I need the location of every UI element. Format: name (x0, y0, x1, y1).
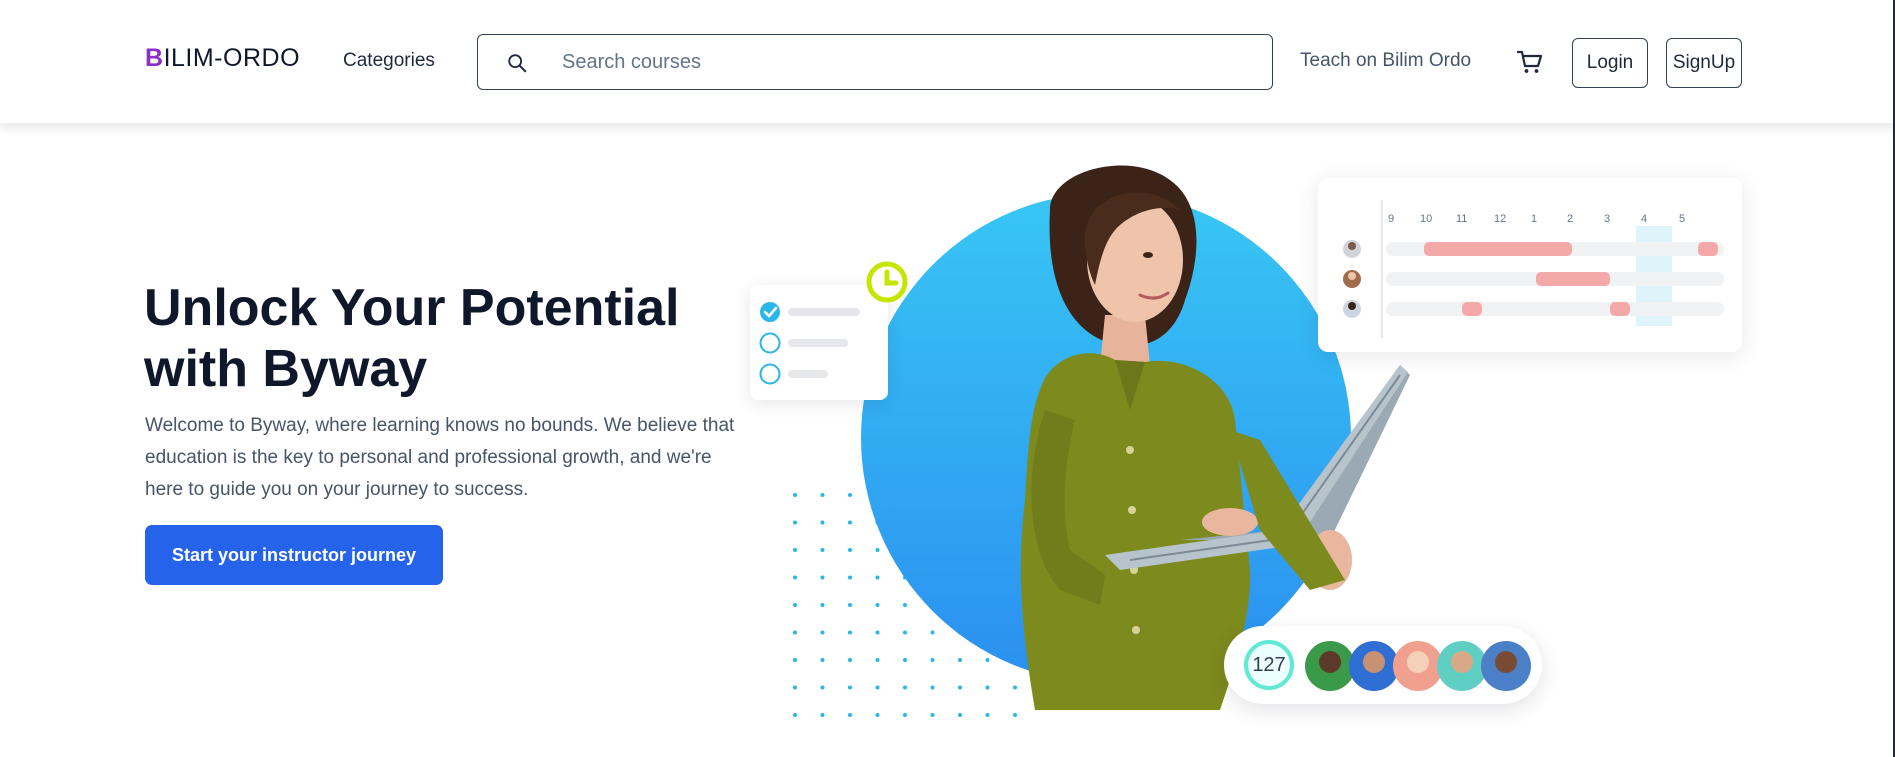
learner-count-badge: 127 (1244, 640, 1294, 690)
schedule-time: 2 (1567, 213, 1574, 225)
shopping-cart-icon[interactable] (1516, 48, 1544, 76)
signup-button[interactable]: SignUp (1666, 38, 1742, 88)
clock-icon (866, 261, 908, 303)
schedule-time: 4 (1641, 213, 1648, 225)
categories-menu[interactable]: Categories (343, 50, 435, 72)
start-instructor-journey-button[interactable]: Start your instructor journey (145, 525, 443, 585)
learners-stats-pill: 127 (1224, 626, 1542, 704)
brand-logo[interactable]: BILIM-ORDO (145, 44, 300, 73)
hero-title: Unlock Your Potential with Byway (144, 279, 680, 398)
login-button[interactable]: Login (1572, 38, 1648, 88)
search-icon (508, 54, 527, 73)
top-navbar: BILIM-ORDO Categories Teach on Bilim Ord… (0, 0, 1895, 124)
search-input[interactable] (562, 41, 1252, 83)
search-bar (477, 34, 1273, 90)
teach-link[interactable]: Teach on Bilim Ordo (1300, 50, 1471, 72)
schedule-card (1318, 178, 1742, 352)
schedule-time: 11 (1456, 213, 1468, 225)
schedule-time: 9 (1388, 213, 1395, 225)
schedule-time: 10 (1420, 213, 1433, 225)
learner-avatars (1305, 641, 1531, 691)
schedule-time: 12 (1494, 213, 1507, 225)
schedule-time: 5 (1679, 213, 1686, 225)
schedule-time: 1 (1531, 213, 1538, 225)
hero-illustration: 9 10 11 12 1 2 3 4 5 127 (740, 140, 1760, 757)
schedule-time: 3 (1604, 213, 1611, 225)
schedule-grid (1343, 200, 1724, 338)
hero-description: Welcome to Byway, where learning knows n… (145, 415, 735, 500)
